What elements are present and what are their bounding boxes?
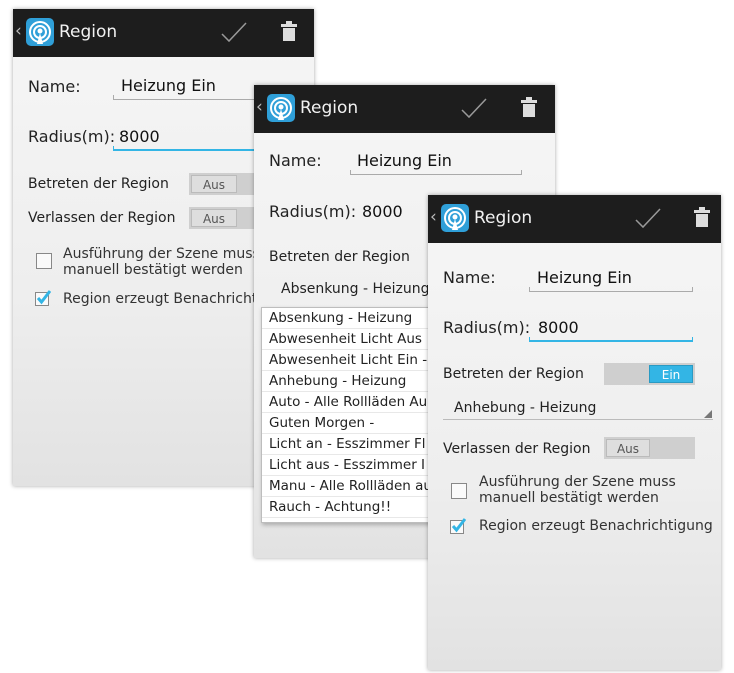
action-bar: ‹ Region bbox=[13, 9, 314, 57]
leave-region-toggle[interactable]: Aus bbox=[604, 437, 695, 459]
list-item[interactable]: Manu - Alle Rollläden au bbox=[262, 476, 437, 497]
trash-icon[interactable] bbox=[520, 96, 538, 118]
list-item[interactable]: Absenkung - Heizung bbox=[262, 308, 437, 329]
manual-confirm-checkbox[interactable] bbox=[36, 253, 52, 269]
radius-input-underline bbox=[529, 337, 693, 342]
back-caret-icon[interactable]: ‹ bbox=[15, 21, 22, 41]
notification-checkbox[interactable] bbox=[35, 290, 51, 306]
app-title: Region bbox=[59, 22, 118, 42]
spinner-underline bbox=[443, 419, 713, 420]
enter-region-label: Betreten der Region bbox=[269, 249, 410, 265]
manual-confirm-text-line1: Ausführung der Szene muss bbox=[479, 474, 676, 490]
leave-region-label: Verlassen der Region bbox=[443, 441, 591, 457]
list-item[interactable]: Guten Morgen - bbox=[262, 413, 437, 434]
radius-input[interactable]: 8000 bbox=[538, 318, 579, 337]
toggle-knob: Aus bbox=[191, 175, 237, 193]
list-item[interactable]: Abwesenheit Licht Aus bbox=[262, 329, 437, 350]
notification-text: Region erzeugt Benachrichtigung bbox=[479, 518, 713, 534]
name-input-underline bbox=[529, 287, 693, 292]
region-app-icon[interactable] bbox=[25, 17, 55, 47]
app-title: Region bbox=[300, 98, 359, 118]
scene-dropdown-list: Absenkung - Heizung Abwesenheit Licht Au… bbox=[261, 307, 438, 523]
list-item[interactable]: Rauch - Achtung!! bbox=[262, 497, 437, 518]
app-title: Region bbox=[474, 208, 533, 228]
list-item[interactable]: Licht an - Esszimmer Fl bbox=[262, 434, 437, 455]
enter-region-label: Betreten der Region bbox=[443, 366, 584, 382]
manual-confirm-text-line2: manuell bestätigt werden bbox=[479, 490, 659, 506]
list-item[interactable]: Licht aus - Esszimmer I bbox=[262, 455, 437, 476]
enter-scene-spinner[interactable]: Anhebung - Heizung bbox=[454, 400, 596, 416]
manual-confirm-text-line1: Ausführung der Szene muss bbox=[63, 246, 260, 262]
manual-confirm-checkbox[interactable] bbox=[451, 483, 467, 499]
enter-scene-spinner[interactable]: Absenkung - Heizung bbox=[281, 281, 430, 297]
toggle-knob: Aus bbox=[191, 209, 237, 227]
enter-region-label: Betreten der Region bbox=[28, 176, 169, 192]
enter-region-toggle[interactable]: Ein bbox=[604, 363, 695, 385]
checkmark-icon[interactable] bbox=[220, 21, 248, 43]
screen-3: ‹ Region Name: Heizung Ein Radius(m): 80… bbox=[428, 195, 721, 670]
name-input[interactable]: Heizung Ein bbox=[121, 76, 216, 95]
region-app-icon[interactable] bbox=[440, 203, 470, 233]
action-bar: ‹ Region bbox=[254, 85, 555, 133]
leave-region-label: Verlassen der Region bbox=[28, 210, 176, 226]
checkmark-icon[interactable] bbox=[634, 207, 662, 229]
name-label: Name: bbox=[269, 151, 322, 170]
back-caret-icon[interactable]: ‹ bbox=[430, 207, 437, 227]
trash-icon[interactable] bbox=[693, 206, 711, 228]
list-item[interactable]: Abwesenheit Licht Ein - bbox=[262, 350, 437, 371]
region-app-icon[interactable] bbox=[266, 93, 296, 123]
toggle-knob: Aus bbox=[606, 439, 650, 457]
radius-input[interactable]: 8000 bbox=[362, 202, 403, 221]
name-label: Name: bbox=[443, 268, 496, 287]
trash-icon[interactable] bbox=[280, 20, 298, 42]
name-input-underline bbox=[350, 170, 522, 175]
radius-input[interactable]: 8000 bbox=[119, 127, 160, 146]
list-item[interactable]: Auto - Alle Rollläden Au bbox=[262, 392, 437, 413]
notification-checkbox[interactable] bbox=[450, 518, 466, 534]
radius-label: Radius(m): bbox=[28, 127, 116, 146]
radius-label: Radius(m): bbox=[443, 318, 531, 337]
radius-label: Radius(m): bbox=[269, 202, 357, 221]
back-caret-icon[interactable]: ‹ bbox=[256, 97, 263, 117]
action-bar: ‹ Region bbox=[428, 195, 721, 243]
checkmark-icon[interactable] bbox=[460, 97, 488, 119]
name-input[interactable]: Heizung Ein bbox=[357, 151, 452, 170]
manual-confirm-text-line2: manuell bestätigt werden bbox=[63, 262, 243, 278]
name-label: Name: bbox=[28, 77, 81, 96]
spinner-dropdown-icon[interactable] bbox=[704, 410, 712, 418]
list-item[interactable]: Anhebung - Heizung bbox=[262, 371, 437, 392]
name-input[interactable]: Heizung Ein bbox=[537, 268, 632, 287]
toggle-knob: Ein bbox=[649, 365, 693, 383]
